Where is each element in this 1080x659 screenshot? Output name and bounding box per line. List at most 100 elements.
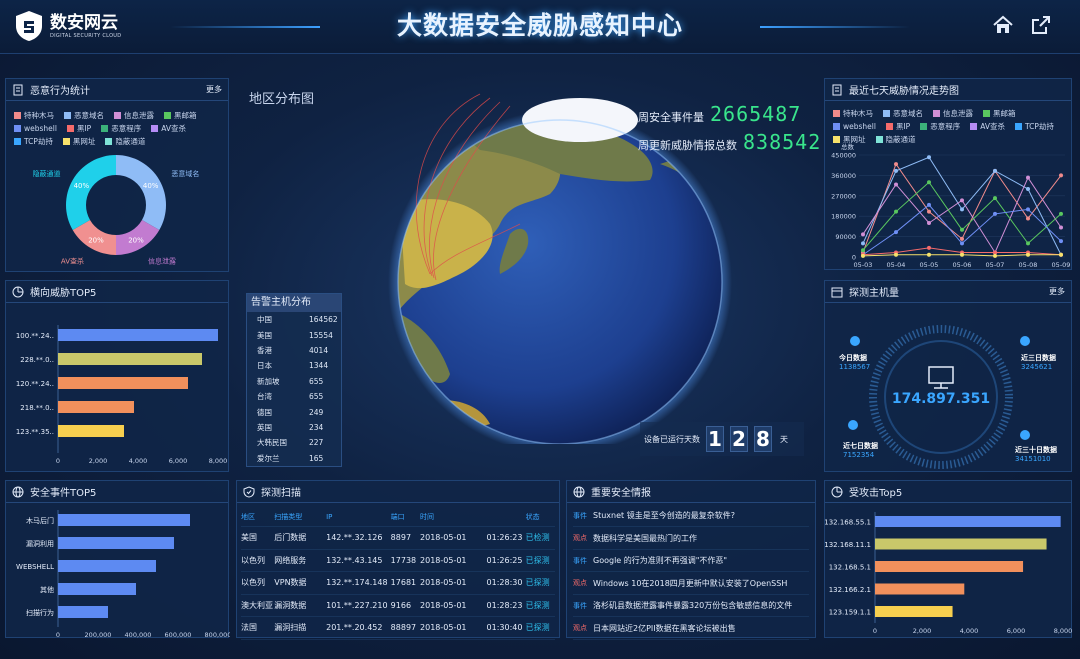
series-point[interactable]: [894, 162, 898, 167]
more-link[interactable]: 更多: [206, 84, 222, 95]
series-point[interactable]: [894, 168, 898, 173]
series-point[interactable]: [1026, 175, 1030, 180]
series-point[interactable]: [993, 253, 997, 258]
series-point[interactable]: [861, 241, 865, 246]
series-point[interactable]: [1059, 211, 1063, 216]
legend-item[interactable]: 黑IP: [885, 120, 910, 133]
series-point[interactable]: [960, 252, 964, 257]
intel-item[interactable]: 观点 日本网站近2亿PII数据在黑客论坛被出售: [573, 618, 809, 640]
series-point[interactable]: [993, 196, 997, 201]
series-point[interactable]: [1059, 252, 1063, 257]
home-icon[interactable]: [992, 14, 1014, 36]
three-days-value: 3245621: [1021, 363, 1053, 371]
series-point[interactable]: [993, 168, 997, 173]
series-point[interactable]: [861, 253, 865, 258]
table-row[interactable]: 以色列 VPN数据 132.**.174.148 17681 2018-05-01 01:…: [241, 572, 555, 595]
table-cell: 澳大利亚: [241, 600, 273, 610]
column-header: 状态: [525, 512, 540, 521]
share-icon[interactable]: [1030, 14, 1052, 36]
bar[interactable]: [58, 425, 124, 437]
bar[interactable]: [875, 516, 1061, 527]
thirty-days-value: 34151010: [1015, 455, 1051, 463]
intel-item[interactable]: 事件 洛杉矶县数据泄露事件暴露320万份包含敏感信息的文件: [573, 595, 809, 617]
series-point[interactable]: [1026, 252, 1030, 257]
series-point[interactable]: [861, 248, 865, 253]
bar[interactable]: [58, 514, 190, 526]
legend-item[interactable]: TCP劫持: [1015, 120, 1054, 133]
bar[interactable]: [875, 606, 953, 617]
bar[interactable]: [58, 401, 134, 413]
bar[interactable]: [58, 377, 188, 389]
bar[interactable]: [875, 561, 1024, 572]
series-point[interactable]: [894, 230, 898, 235]
bar[interactable]: [58, 606, 108, 618]
legend-item[interactable]: 黑邮箱: [983, 107, 1016, 120]
series-point[interactable]: [960, 207, 964, 212]
alarm-hosts-title: 告警主机分布: [247, 294, 341, 312]
bar[interactable]: [58, 560, 156, 572]
table-row[interactable]: 以色列 网络服务 132.**.43.145 17738 2018-05-01 01:26…: [241, 550, 555, 572]
column-header: 时间: [420, 512, 435, 521]
series-point[interactable]: [1059, 239, 1063, 244]
intel-text: Google 的行为准则不再强调"不作恶": [593, 556, 728, 565]
calendar-icon: [831, 287, 843, 297]
table-row[interactable]: 澳大利亚 漏洞数据 101.**.227.210 9166 2018-05-01 01:2…: [241, 595, 555, 617]
pie-slice[interactable]: [66, 155, 116, 230]
series-point[interactable]: [1026, 187, 1030, 191]
series-point[interactable]: [894, 182, 898, 187]
legend-label: AV查杀: [161, 124, 186, 133]
series-point[interactable]: [993, 211, 997, 216]
series-point[interactable]: [927, 180, 931, 185]
intel-item[interactable]: 事件 Google 的行为准则不再强调"不作恶": [573, 550, 809, 572]
series-point[interactable]: [960, 236, 964, 241]
series-point[interactable]: [1026, 241, 1030, 246]
series-point[interactable]: [1026, 216, 1030, 221]
legend-item[interactable]: AV查杀: [151, 122, 186, 135]
series-point[interactable]: [1059, 173, 1063, 178]
legend-item[interactable]: webshell: [14, 122, 57, 135]
legend-item[interactable]: 信息泄露: [114, 109, 154, 122]
legend-item[interactable]: 恶意域名: [64, 109, 104, 122]
series-point[interactable]: [927, 155, 931, 160]
legend-item[interactable]: 恶意程序: [920, 120, 960, 133]
series-point[interactable]: [927, 202, 931, 207]
series-point[interactable]: [960, 227, 964, 232]
legend-item[interactable]: 黑邮箱: [164, 109, 197, 122]
globe-icon: [12, 486, 24, 497]
series-point[interactable]: [927, 245, 931, 250]
legend-item[interactable]: AV查杀: [970, 120, 1005, 133]
series-point[interactable]: [960, 241, 964, 246]
bar[interactable]: [875, 538, 1047, 550]
bar[interactable]: [58, 537, 174, 549]
table-row[interactable]: 美国 后门数据 142.**.32.126 8897 2018-05-01 01:26:2…: [241, 527, 555, 550]
intel-item[interactable]: 观点 Windows 10在2018四月更新中默认安装了OpenSSH: [573, 573, 809, 595]
series-point[interactable]: [927, 221, 931, 225]
legend-item[interactable]: 恶意域名: [883, 107, 923, 120]
legend-item[interactable]: 信息泄露: [933, 107, 973, 120]
series-point[interactable]: [894, 252, 898, 257]
legend-swatch: [833, 123, 840, 130]
more-link[interactable]: 更多: [1049, 286, 1065, 297]
legend-item[interactable]: 黑IP: [66, 122, 91, 135]
series-point[interactable]: [927, 252, 931, 257]
legend-item[interactable]: 特种木马: [14, 109, 54, 122]
y-tick-label: 180000: [831, 213, 856, 221]
series-point[interactable]: [1059, 225, 1063, 230]
series-point[interactable]: [960, 198, 964, 203]
intel-item[interactable]: 观点 数据科学是美国最热门的工作: [573, 528, 809, 550]
series-point[interactable]: [927, 209, 931, 214]
series-point[interactable]: [861, 232, 865, 237]
intel-item[interactable]: 事件 Stuxnet 镜圭是至今创造的最复杂软件?: [573, 505, 809, 527]
bar[interactable]: [58, 583, 136, 595]
donut-chart: 40% 恶意域名 20% 信息泄露 20% AV查杀 40% 隐蔽通道: [33, 155, 199, 265]
series-point[interactable]: [894, 209, 898, 214]
bar[interactable]: [58, 353, 202, 365]
legend-item[interactable]: 恶意程序: [101, 122, 141, 135]
legend-item[interactable]: 特种木马: [833, 107, 873, 120]
series-point[interactable]: [1026, 207, 1030, 212]
bar[interactable]: [875, 583, 965, 595]
pie-slice[interactable]: [116, 155, 167, 230]
legend-item[interactable]: webshell: [833, 120, 876, 133]
table-row[interactable]: 法国 漏洞扫描 201.**.20.452 88897 2018-05-01 01:30:…: [241, 617, 555, 640]
bar[interactable]: [58, 329, 218, 341]
